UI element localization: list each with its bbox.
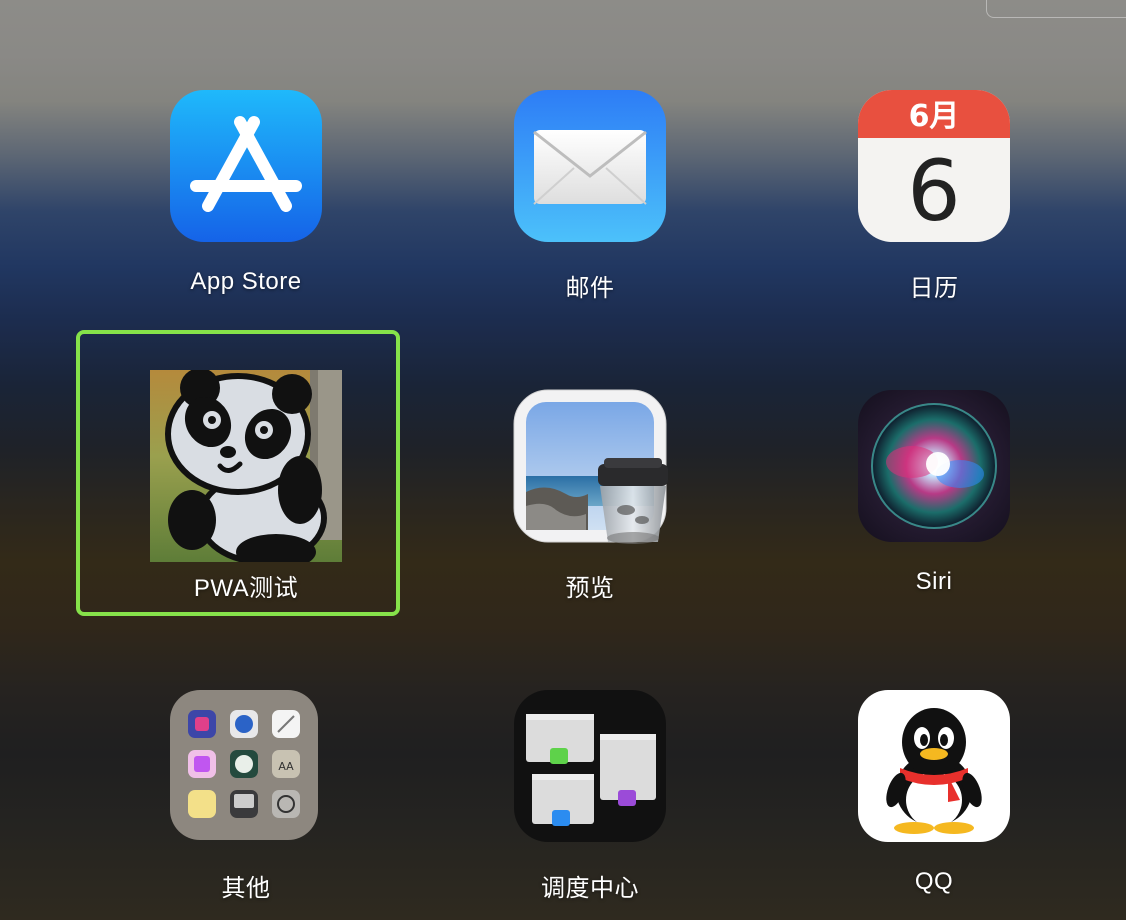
app-item-pwa-test[interactable]: PWA测试 xyxy=(96,370,396,630)
siri-icon[interactable] xyxy=(856,388,1012,544)
app-label: PWA测试 xyxy=(193,575,299,602)
panda-icon[interactable] xyxy=(150,370,342,562)
app-item-other-folder[interactable]: AA 其他 xyxy=(96,690,396,920)
app-label: App Store xyxy=(190,268,302,295)
app-item-qq[interactable]: QQ xyxy=(784,690,1084,920)
app-item-app-store[interactable]: App Store xyxy=(96,88,396,348)
qq-penguin-icon[interactable] xyxy=(856,690,1012,846)
app-label: Siri xyxy=(915,568,953,595)
app-item-mission-control[interactable]: 调度中心 xyxy=(440,690,740,920)
mission-control-icon[interactable] xyxy=(512,690,668,846)
app-item-calendar[interactable]: 6月 6 日历 xyxy=(784,88,1084,348)
app-label: QQ xyxy=(914,868,954,895)
calendar-month: 6月 xyxy=(909,99,960,134)
app-label: 预览 xyxy=(565,575,615,602)
app-label: 邮件 xyxy=(565,275,615,302)
svg-text:AA: AA xyxy=(278,760,294,773)
app-item-preview[interactable]: 预览 xyxy=(440,388,740,648)
app-label: 其他 xyxy=(221,875,271,902)
app-label: 日历 xyxy=(909,275,959,302)
mail-icon[interactable] xyxy=(512,88,668,244)
calendar-day: 6 xyxy=(907,142,960,240)
app-item-mail[interactable]: 邮件 xyxy=(440,88,740,348)
preview-icon[interactable] xyxy=(512,388,668,544)
app-label: 调度中心 xyxy=(541,875,639,902)
calendar-icon[interactable]: 6月 6 xyxy=(856,88,1012,244)
app-item-siri[interactable]: Siri xyxy=(784,388,1084,648)
folder-icon[interactable]: AA xyxy=(168,690,324,846)
launchpad-grid: App Store 邮件 6月 6 日历 PWA测试 预览 Siri AA 其他… xyxy=(0,0,1126,920)
app-store-icon[interactable] xyxy=(168,88,324,244)
